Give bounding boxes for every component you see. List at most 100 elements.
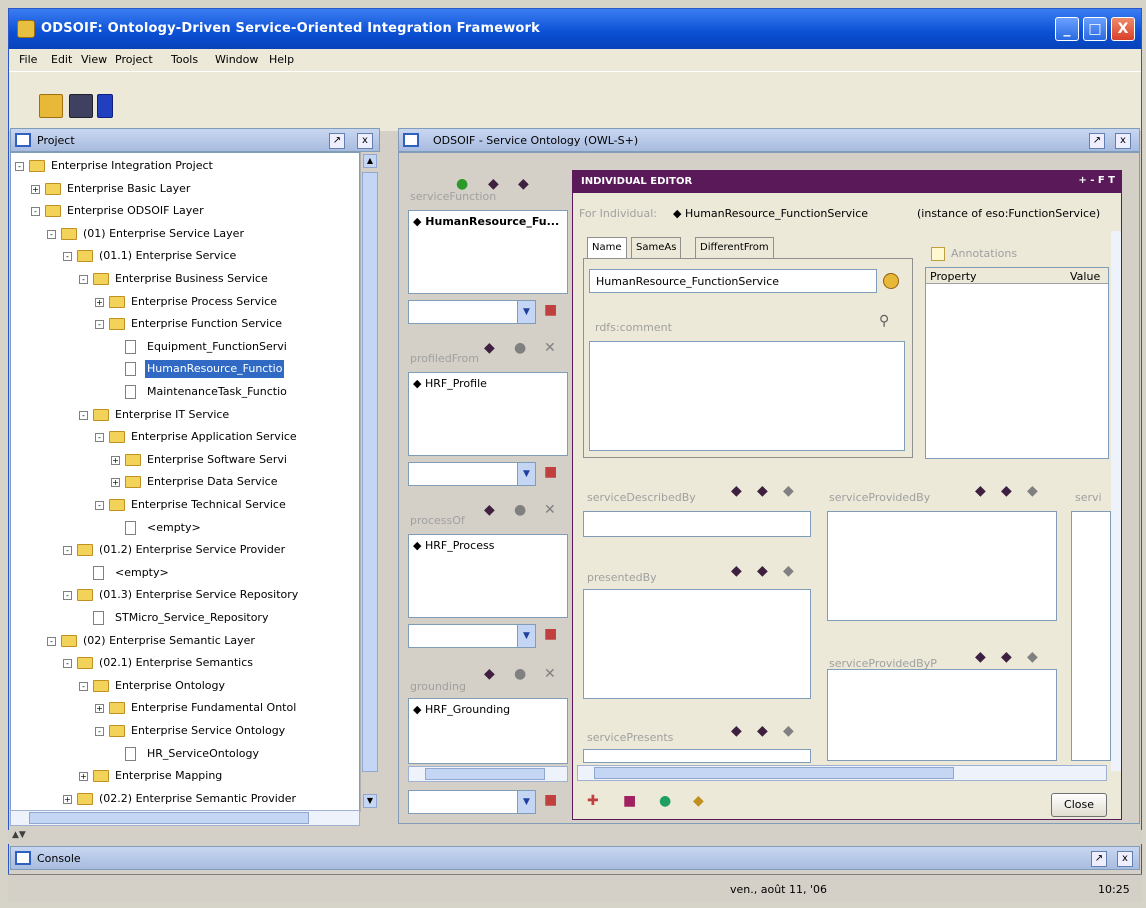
link-icon[interactable]: ◆ — [975, 483, 986, 499]
remove-icon[interactable]: ◆ — [1027, 649, 1038, 665]
tree-node[interactable]: Equipment_FunctionServi — [11, 338, 359, 356]
menu-edit[interactable]: Edit — [51, 53, 72, 66]
tree-node[interactable]: - (01.3) Enterprise Service Repository — [11, 586, 359, 604]
tree-node[interactable]: - Enterprise Business Service — [11, 270, 359, 288]
remove-icon[interactable]: ● — [514, 340, 526, 356]
expand-icon[interactable]: + — [111, 478, 120, 488]
annotations-table[interactable]: Property Value — [925, 267, 1109, 459]
comment-box[interactable] — [589, 341, 905, 451]
globe-icon[interactable]: ● — [659, 793, 671, 809]
tree-node[interactable]: + Enterprise Basic Layer — [11, 180, 359, 198]
add-icon[interactable]: ◆ — [757, 483, 768, 499]
remove-icon[interactable]: ◆ — [783, 563, 794, 579]
collapse-icon[interactable]: - — [63, 546, 72, 556]
create-icon[interactable]: ■ — [544, 626, 557, 642]
menu-window[interactable]: Window — [215, 53, 258, 66]
tab-name[interactable]: Name — [587, 237, 627, 259]
create-icon[interactable]: ■ — [544, 792, 557, 808]
scroll-down-icon[interactable]: ▼ — [363, 794, 377, 808]
tree-node[interactable]: HumanResource_Functio — [11, 360, 359, 379]
remove-icon[interactable]: ◆ — [1027, 483, 1038, 499]
save-icon[interactable] — [69, 94, 93, 118]
tree-node[interactable]: + Enterprise Fundamental Ontol — [11, 699, 359, 717]
maximize-button[interactable]: □ — [1083, 17, 1107, 41]
expand-icon[interactable]: + — [31, 184, 40, 194]
link-icon[interactable]: ◆ — [731, 483, 742, 499]
create-icon[interactable]: ■ — [544, 464, 557, 480]
editor-title-bar[interactable]: INDIVIDUAL EDITOR + - F T — [573, 171, 1121, 193]
search-icon[interactable]: ⚲ — [879, 313, 889, 329]
prop-combo[interactable]: ▼ — [408, 462, 536, 486]
collapse-icon[interactable]: - — [47, 636, 56, 646]
collapse-icon[interactable]: - — [79, 275, 88, 284]
collapse-icon[interactable]: - — [95, 320, 104, 330]
chevron-down-icon[interactable]: ▼ — [517, 625, 535, 647]
collapse-icon[interactable]: - — [95, 501, 104, 510]
add-icon[interactable]: ◆ — [757, 563, 768, 579]
tree-node[interactable]: - Enterprise ODSOIF Layer — [11, 202, 359, 220]
collapse-icon[interactable]: - — [95, 433, 104, 443]
chevron-down-icon[interactable]: ▼ — [517, 301, 535, 323]
delete-icon[interactable]: ✕ — [544, 502, 556, 518]
tree-node[interactable]: <empty> — [11, 519, 359, 537]
tree-node[interactable]: - Enterprise Technical Service — [11, 496, 359, 514]
link-icon[interactable]: ◆ — [731, 563, 742, 579]
link-icon[interactable]: ◆ — [484, 340, 495, 356]
collapse-icon[interactable]: - — [15, 162, 24, 171]
delete-icon[interactable]: ✕ — [544, 340, 556, 356]
menu-view[interactable]: View — [81, 53, 107, 66]
remove-icon[interactable]: ◆ — [783, 483, 794, 499]
hscroll-thumb[interactable] — [594, 767, 954, 779]
create-icon[interactable]: ■ — [544, 302, 557, 318]
tree-node[interactable]: + Enterprise Data Service — [11, 473, 359, 491]
tree-node[interactable]: - (02.1) Enterprise Semantics — [11, 654, 359, 672]
prop-value-box[interactable]: ◆ HRF_Process — [408, 534, 568, 618]
add-icon[interactable]: ● — [456, 176, 468, 192]
expand-icon[interactable]: + — [79, 772, 88, 782]
undock-icon[interactable]: ↗ — [329, 133, 345, 149]
collapse-icon[interactable]: - — [31, 207, 40, 217]
open-project-icon[interactable] — [39, 94, 63, 118]
presented-by-box[interactable] — [583, 589, 811, 699]
prop-combo[interactable]: ▼ — [408, 624, 536, 648]
add-icon[interactable]: ◆ — [1001, 483, 1012, 499]
tree-node[interactable]: + Enterprise Mapping — [11, 767, 359, 785]
tree-node[interactable]: + (02.2) Enterprise Semantic Provider — [11, 790, 359, 808]
hscroll-thumb[interactable] — [425, 768, 545, 780]
collapse-icon[interactable]: - — [95, 727, 104, 736]
tree-node[interactable]: - Enterprise Integration Project — [11, 157, 359, 175]
close-panel-icon[interactable]: x — [1117, 851, 1133, 867]
close-button[interactable]: Close — [1051, 793, 1107, 817]
link-icon[interactable]: ◆ — [488, 176, 499, 192]
link-icon[interactable]: ◆ — [975, 649, 986, 665]
tab-differentfrom[interactable]: DifferentFrom — [695, 237, 774, 259]
chevron-down-icon[interactable]: ▼ — [517, 791, 535, 813]
remove-icon[interactable]: ● — [514, 502, 526, 518]
prop-value-box[interactable]: ◆ HRF_Profile — [408, 372, 568, 456]
hscroll[interactable] — [408, 766, 568, 782]
menu-project[interactable]: Project — [115, 53, 153, 66]
prop-combo[interactable]: ▼ — [408, 790, 536, 814]
collapse-icon[interactable]: - — [79, 410, 88, 420]
undock-icon[interactable]: ↗ — [1091, 851, 1107, 867]
splitter-arrows[interactable]: ▲▼ — [8, 830, 1142, 844]
tree-vertical-scrollbar[interactable]: ▲ ▼ — [360, 152, 378, 812]
tab-sameas[interactable]: SameAs — [631, 237, 682, 259]
tree-node[interactable]: - (02) Enterprise Semantic Layer — [11, 632, 359, 650]
expand-icon[interactable]: + — [95, 704, 104, 714]
remove-icon[interactable]: ◆ — [783, 723, 794, 739]
name-input[interactable]: HumanResource_FunctionService — [589, 269, 877, 293]
prop-value-box[interactable]: ◆ HumanResource_Fu... — [408, 210, 568, 294]
tree-node[interactable]: <empty> — [11, 564, 359, 582]
tree-horizontal-scrollbar[interactable] — [10, 810, 360, 826]
add-icon[interactable]: ◆ — [757, 723, 768, 739]
close-window-button[interactable]: X — [1111, 17, 1135, 41]
close-panel-icon[interactable]: x — [357, 133, 373, 149]
add-row-icon[interactable]: ✚ — [587, 793, 599, 809]
tree-node[interactable]: + Enterprise Process Service — [11, 293, 359, 311]
tree-node[interactable]: - (01.2) Enterprise Service Provider — [11, 541, 359, 559]
tree-node[interactable]: MaintenanceTask_Functio — [11, 383, 359, 401]
tree-node[interactable]: - Enterprise Ontology — [11, 677, 359, 695]
menu-help[interactable]: Help — [269, 53, 294, 66]
remove-icon[interactable]: ◆ — [518, 176, 529, 192]
